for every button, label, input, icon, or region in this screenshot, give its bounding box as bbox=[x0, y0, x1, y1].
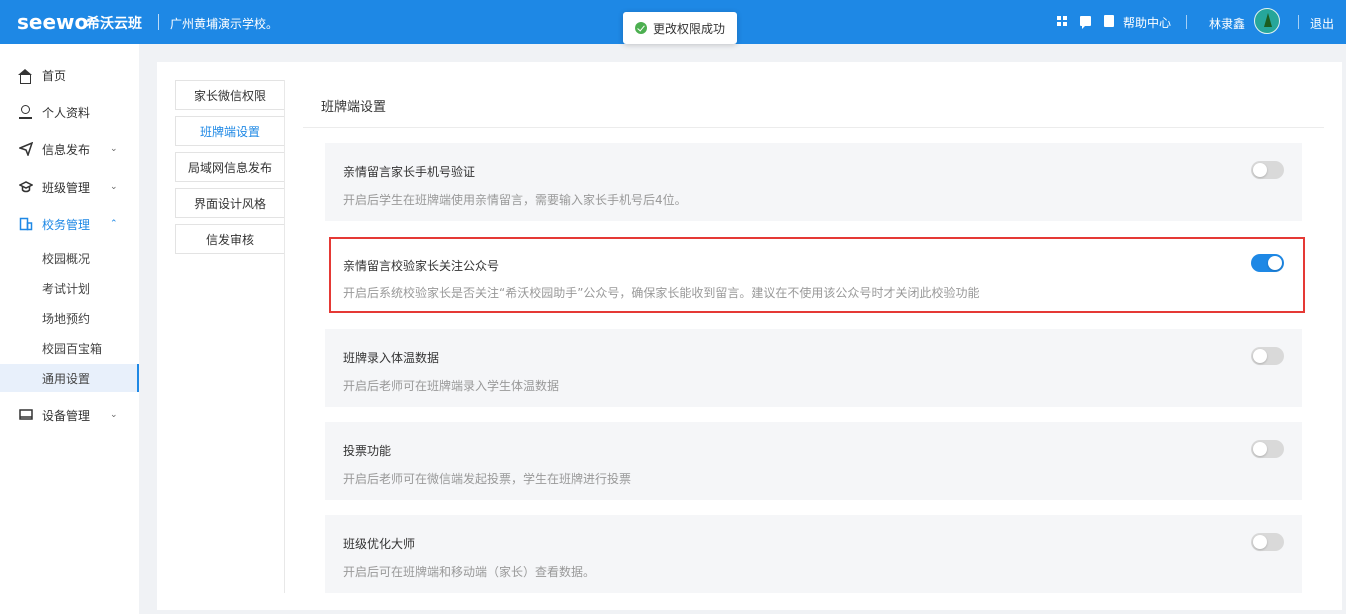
setting-item: 班级优化大师 开启后可在班牌端和移动端（家长）查看数据。 bbox=[325, 515, 1302, 593]
tab-ui-style[interactable]: 界面设计风格 bbox=[175, 188, 285, 218]
sidebar-item-label: 校务管理 bbox=[42, 217, 91, 232]
apps-grid-icon[interactable] bbox=[1057, 16, 1068, 27]
tab-classboard-settings[interactable]: 班牌端设置 bbox=[175, 116, 285, 146]
school-icon bbox=[19, 217, 33, 231]
header-divider bbox=[158, 14, 159, 30]
setting-title: 投票功能 bbox=[343, 444, 392, 458]
toast-text: 更改权限成功 bbox=[653, 21, 726, 36]
sidebar-item-home[interactable]: 首页 bbox=[0, 58, 139, 92]
success-toast: 更改权限成功 bbox=[623, 12, 737, 44]
sidebar-item-label: 首页 bbox=[42, 68, 67, 83]
sidebar-subitem-venue-booking[interactable]: 场地预约 bbox=[0, 304, 139, 332]
tab-lan-publish[interactable]: 局域网信息发布 bbox=[175, 152, 285, 182]
setting-item: 亲情留言家长手机号验证 开启后学生在班牌端使用亲情留言，需要输入家长手机号后4位… bbox=[325, 143, 1302, 221]
sidebar-subitem-label: 场地预约 bbox=[42, 311, 91, 326]
user-icon-base bbox=[19, 117, 32, 119]
highlighted-setting-item: 亲情留言校验家长关注公众号 开启后系统校验家长是否关注“希沃校园助手”公众号，确… bbox=[329, 237, 1305, 313]
username[interactable]: 林隶鑫 bbox=[1209, 15, 1245, 32]
header-divider bbox=[1298, 15, 1299, 29]
logout-button[interactable]: 退出 bbox=[1310, 15, 1334, 32]
setting-toggle[interactable] bbox=[1251, 533, 1284, 551]
toggle-knob bbox=[1253, 349, 1267, 363]
sidebar-item-class[interactable]: 班级管理 ⌄ bbox=[0, 170, 139, 204]
setting-toggle[interactable] bbox=[1251, 440, 1284, 458]
sidebar-subitem-general-settings[interactable]: 通用设置 bbox=[0, 364, 139, 392]
setting-title: 亲情留言家长手机号验证 bbox=[343, 165, 476, 179]
title-divider bbox=[303, 127, 1324, 128]
setting-toggle[interactable] bbox=[1251, 254, 1284, 272]
sidebar-subitem-label: 校园百宝箱 bbox=[42, 341, 103, 356]
sidebar-item-label: 信息发布 bbox=[42, 142, 91, 157]
user-icon bbox=[21, 105, 30, 114]
chevron-down-icon: ⌄ bbox=[110, 410, 118, 420]
sidebar-subitem-exam-plan[interactable]: 考试计划 bbox=[0, 274, 139, 302]
setting-item: 班牌录入体温数据 开启后老师可在班牌端录入学生体温数据 bbox=[325, 329, 1302, 407]
sidebar-subitem-label: 校园概况 bbox=[42, 251, 91, 266]
sidebar-item-publish[interactable]: 信息发布 ⌄ bbox=[0, 132, 139, 166]
chevron-up-icon: ⌃ bbox=[110, 219, 118, 229]
sidebar-item-label: 班级管理 bbox=[42, 180, 91, 195]
sidebar-item-label: 设备管理 bbox=[42, 408, 91, 423]
tabs-divider bbox=[284, 80, 285, 593]
sidebar: 首页 个人资料 信息发布 ⌄ 班级管理 ⌄ 校务管理 ⌃ 校园概况 考试计划 场… bbox=[0, 44, 139, 614]
toggle-knob bbox=[1268, 256, 1282, 270]
header-divider bbox=[1186, 15, 1187, 29]
sidebar-subitem-toolbox[interactable]: 校园百宝箱 bbox=[0, 334, 139, 362]
setting-item: 投票功能 开启后老师可在微信端发起投票，学生在班牌进行投票 bbox=[325, 422, 1302, 500]
sidebar-item-device[interactable]: 设备管理 ⌄ bbox=[0, 398, 139, 432]
send-icon bbox=[19, 142, 33, 156]
chevron-down-icon: ⌄ bbox=[110, 182, 118, 192]
graduation-cap-icon bbox=[19, 181, 33, 193]
sidebar-item-school-affairs[interactable]: 校务管理 ⌃ bbox=[0, 207, 139, 241]
setting-description: 开启后老师可在班牌端录入学生体温数据 bbox=[343, 379, 560, 393]
seewo-logo[interactable]: seewo bbox=[17, 10, 88, 34]
setting-description: 开启后老师可在微信端发起投票，学生在班牌进行投票 bbox=[343, 472, 632, 486]
product-name: 希沃云班 bbox=[86, 16, 142, 32]
setting-description: 开启后系统校验家长是否关注“希沃校园助手”公众号，确保家长能收到留言。建议在不使… bbox=[343, 286, 980, 300]
sidebar-subitem-campus-overview[interactable]: 校园概况 bbox=[0, 244, 139, 272]
sidebar-subitem-label: 通用设置 bbox=[42, 371, 91, 386]
setting-title: 亲情留言校验家长关注公众号 bbox=[343, 259, 500, 273]
home-icon-body bbox=[20, 75, 31, 84]
tab-publish-review[interactable]: 信发审核 bbox=[175, 224, 285, 254]
setting-title: 班级优化大师 bbox=[343, 537, 416, 551]
sidebar-item-profile[interactable]: 个人资料 bbox=[0, 95, 139, 129]
toggle-knob bbox=[1253, 163, 1267, 177]
message-icon[interactable] bbox=[1080, 16, 1091, 29]
setting-title: 班牌录入体温数据 bbox=[343, 351, 440, 365]
tab-parent-wechat[interactable]: 家长微信权限 bbox=[175, 80, 285, 110]
document-icon[interactable] bbox=[1104, 15, 1114, 27]
setting-toggle[interactable] bbox=[1251, 161, 1284, 179]
help-center-link[interactable]: 帮助中心 bbox=[1123, 14, 1171, 31]
toggle-knob bbox=[1253, 442, 1267, 456]
setting-description: 开启后学生在班牌端使用亲情留言，需要输入家长手机号后4位。 bbox=[343, 193, 687, 207]
sidebar-subitem-label: 考试计划 bbox=[42, 281, 91, 296]
setting-description: 开启后可在班牌端和移动端（家长）查看数据。 bbox=[343, 565, 596, 579]
page-title: 班牌端设置 bbox=[321, 100, 387, 115]
avatar[interactable] bbox=[1254, 8, 1280, 34]
school-name: 广州黄埔演示学校。 bbox=[170, 17, 279, 31]
check-circle-icon bbox=[635, 22, 647, 34]
sidebar-item-label: 个人资料 bbox=[42, 105, 91, 120]
device-icon bbox=[19, 409, 33, 420]
setting-toggle[interactable] bbox=[1251, 347, 1284, 365]
toggle-knob bbox=[1253, 535, 1267, 549]
chevron-down-icon: ⌄ bbox=[110, 144, 118, 154]
